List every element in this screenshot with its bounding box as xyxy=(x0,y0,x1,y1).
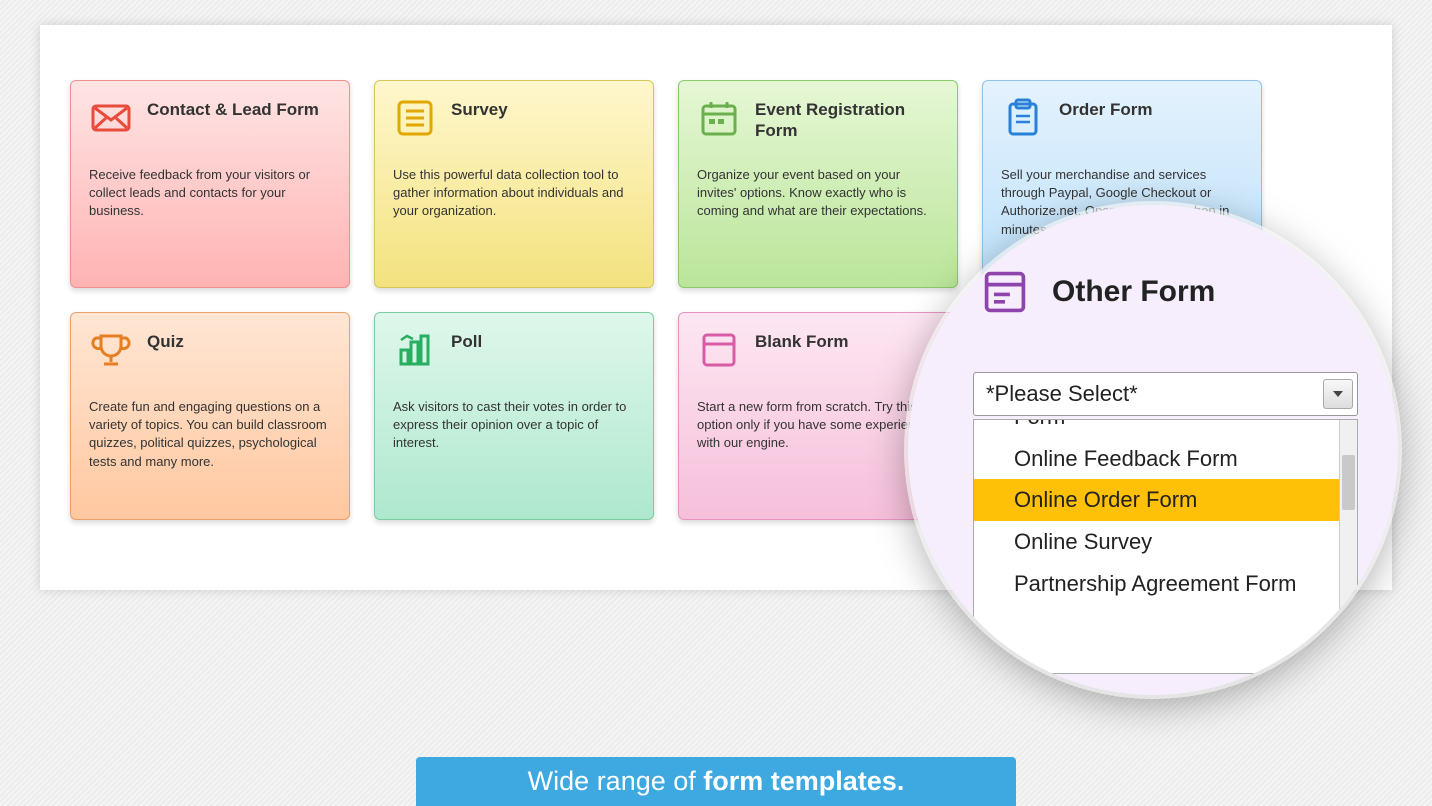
calendar-icon xyxy=(697,96,741,140)
card-quiz[interactable]: Quiz Create fun and engaging questions o… xyxy=(70,312,350,520)
magnifier-title: Other Form xyxy=(1052,275,1215,309)
trophy-icon xyxy=(89,328,133,372)
form-icon xyxy=(978,265,1032,319)
dropdown-scrollbar[interactable] xyxy=(1339,420,1357,673)
chevron-down-icon xyxy=(1333,389,1343,399)
card-desc: Create fun and engaging questions on a v… xyxy=(89,398,331,471)
dropdown-option-highlighted[interactable]: Online Order Form xyxy=(974,479,1339,521)
dropdown-option[interactable]: Form xyxy=(974,420,1339,438)
dropdown-option[interactable]: Partnership Agreement Form xyxy=(974,563,1339,605)
window-icon xyxy=(697,328,741,372)
card-poll[interactable]: Poll Ask visitors to cast their votes in… xyxy=(374,312,654,520)
card-desc: Receive feedback from your visitors or c… xyxy=(89,166,331,221)
card-title: Survey xyxy=(451,96,635,120)
magnifier-overlay: Other Form *Please Select* Form Online F… xyxy=(908,205,1398,695)
other-form-select[interactable]: *Please Select* xyxy=(973,372,1358,416)
card-survey[interactable]: Survey Use this powerful data collection… xyxy=(374,80,654,288)
card-desc: Ask visitors to cast their votes in orde… xyxy=(393,398,635,453)
card-title: Contact & Lead Form xyxy=(147,96,331,120)
scrollbar-thumb[interactable] xyxy=(1342,455,1355,510)
dropdown-option[interactable]: Online Survey xyxy=(974,521,1339,563)
card-desc: Organize your event based on your invite… xyxy=(697,166,939,221)
clipboard-icon xyxy=(1001,96,1045,140)
card-title: Quiz xyxy=(147,328,331,352)
banner-text-prefix: Wide range of xyxy=(528,766,704,796)
envelope-icon xyxy=(89,96,133,140)
select-dropdown-button[interactable] xyxy=(1323,379,1353,409)
card-title: Order Form xyxy=(1059,96,1243,120)
select-value: *Please Select* xyxy=(986,381,1138,407)
caption-banner: Wide range of form templates. xyxy=(416,757,1016,806)
dropdown-option[interactable]: Online Feedback Form xyxy=(974,438,1339,480)
card-desc: Start a new form from scratch. Try this … xyxy=(697,398,939,453)
card-title: Event Registration Form xyxy=(755,96,939,142)
card-desc: Use this powerful data collection tool t… xyxy=(393,166,635,221)
bar-chart-icon xyxy=(393,328,437,372)
banner-text-bold: form templates. xyxy=(703,766,904,796)
card-title: Poll xyxy=(451,328,635,352)
list-icon xyxy=(393,96,437,140)
card-contact-lead[interactable]: Contact & Lead Form Receive feedback fro… xyxy=(70,80,350,288)
other-form-dropdown: Form Online Feedback Form Online Order F… xyxy=(973,419,1358,674)
